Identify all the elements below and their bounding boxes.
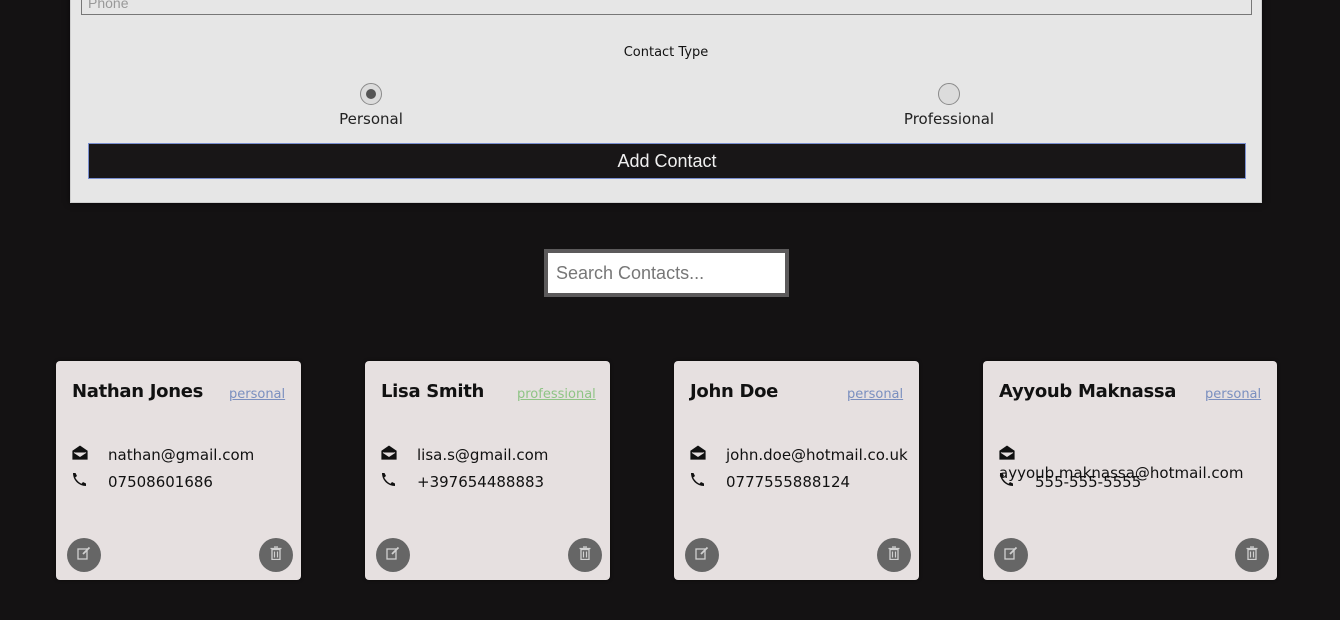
trash-icon [579,546,591,564]
contact-name: Lisa Smith [381,381,485,402]
contact-name: John Doe [690,381,779,402]
radio-personal[interactable] [360,83,382,105]
contact-email-row: john.doe@hotmail.co.uk [689,444,908,464]
contact-card: Lisa Smith professional lisa.s@gmail.com… [365,361,610,580]
contact-card: John Doe personal john.doe@hotmail.co.uk… [674,361,919,580]
envelope-open-icon [380,444,417,464]
edit-icon [386,546,400,564]
trash-icon [1246,546,1258,564]
delete-button[interactable] [1235,538,1269,572]
radio-professional-label: Professional [903,110,995,128]
phone-icon [690,472,726,491]
contact-type-badge[interactable]: professional [517,387,596,402]
contact-form: Contact Type Personal Professional Add C… [70,0,1262,203]
contact-phone-row: +397654488883 [381,472,544,491]
contact-email-row: nathan@gmail.com [71,444,255,464]
add-contact-button[interactable]: Add Contact [88,143,1246,179]
contact-card: Nathan Jones personal nathan@gmail.com 0… [56,361,301,580]
edit-icon [695,546,709,564]
contact-phone-row: 555-555-5555 [999,472,1141,491]
search-input[interactable] [548,253,785,293]
contact-phone-row: 0777555888124 [690,472,850,491]
edit-button[interactable] [685,538,719,572]
contact-email: lisa.s@gmail.com [417,446,549,464]
envelope-open-icon [998,444,1035,464]
contact-phone: 555-555-5555 [1035,473,1142,491]
edit-icon [1004,546,1018,564]
trash-icon [888,546,900,564]
contact-phone: 0777555888124 [726,473,851,491]
edit-button[interactable] [994,538,1028,572]
phone-icon [381,472,417,491]
contact-email: nathan@gmail.com [108,446,255,464]
envelope-open-icon [71,444,108,464]
radio-professional[interactable] [938,83,960,105]
radio-personal-label: Personal [339,110,403,128]
phone-icon [72,472,108,491]
contact-email: john.doe@hotmail.co.uk [726,446,908,464]
contact-type-label: Contact Type [623,45,709,60]
contact-phone-row: 07508601686 [72,472,213,491]
radio-personal-group[interactable]: Personal [301,83,441,128]
delete-button[interactable] [259,538,293,572]
edit-button[interactable] [376,538,410,572]
search-box [544,249,789,297]
contact-phone: 07508601686 [108,473,213,491]
contact-phone: +397654488883 [417,473,545,491]
delete-button[interactable] [568,538,602,572]
trash-icon [270,546,282,564]
contact-type-badge[interactable]: personal [229,387,285,402]
contact-type-badge[interactable]: personal [847,387,903,402]
phone-icon [999,472,1035,491]
phone-input[interactable] [81,0,1252,15]
contact-type-badge[interactable]: personal [1205,387,1261,402]
edit-button[interactable] [67,538,101,572]
edit-icon [77,546,91,564]
delete-button[interactable] [877,538,911,572]
radio-professional-group[interactable]: Professional [879,83,1019,128]
envelope-open-icon [689,444,726,464]
contact-name: Ayyoub Maknassa [999,381,1177,402]
contact-name: Nathan Jones [72,381,204,402]
contact-card: Ayyoub Maknassa personal ayyoub.maknassa… [983,361,1277,580]
contact-email-row: lisa.s@gmail.com [380,444,549,464]
